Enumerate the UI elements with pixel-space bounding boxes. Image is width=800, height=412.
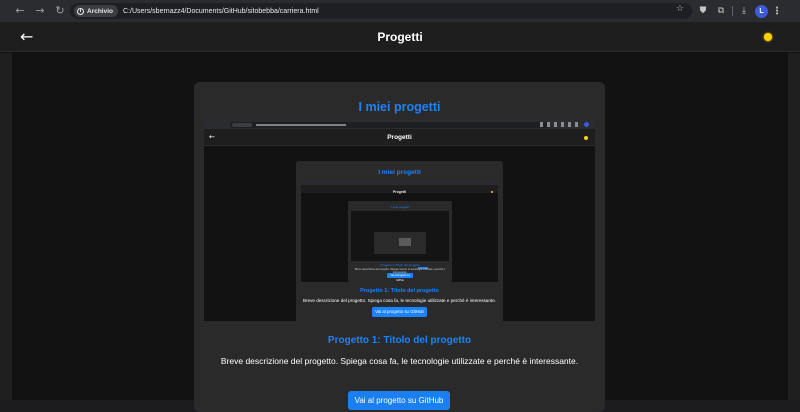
- site-info-chip[interactable]: i Archivio: [74, 5, 119, 17]
- theme-toggle-sun-icon[interactable]: [764, 33, 772, 41]
- info-icon: i: [77, 7, 84, 15]
- project-title: Progetto 1: Titolo del progetto: [327, 335, 472, 346]
- nested-heading: I miei progetti: [390, 205, 409, 209]
- deep-nested-image: [399, 238, 411, 246]
- nested-project-title: Progetto 1: Titolo del progetto: [380, 263, 420, 267]
- url-text[interactable]: C:/Users/sbernazz4/Documents/GitHub/sito…: [123, 8, 319, 15]
- screenshot-sun-icon: [584, 136, 588, 140]
- screenshot-app-header: ← Progetti: [204, 129, 595, 146]
- nested-card: I miei progetti Progetto 1: Titolo del p…: [348, 201, 452, 282]
- screenshot-page-title: Progetti: [387, 134, 412, 141]
- left-gutter: [0, 53, 12, 400]
- screenshot-github-button: Vai al progetto su GitHub: [372, 307, 427, 317]
- nested-page-title: Progetti: [392, 190, 407, 194]
- address-bar[interactable]: i Archivio C:/Users/sbernazz4/Documents/…: [70, 3, 692, 19]
- browser-back-icon[interactable]: ←: [12, 3, 28, 19]
- nested-sun-icon: [491, 191, 493, 193]
- download-icon[interactable]: ⤓: [737, 4, 751, 18]
- page: ← Progetti I miei progetti ← Progetti I …: [0, 22, 800, 412]
- github-project-button[interactable]: Vai al progetto su GitHub: [348, 391, 450, 410]
- puzzle-extensions-icon[interactable]: ⧉: [714, 4, 728, 18]
- site-chip-label: Archivio: [87, 7, 114, 15]
- app-header: ← Progetti: [0, 22, 800, 52]
- screenshot-browser-toolbar: [204, 120, 595, 129]
- screenshot-card: I miei progetti Progetti I miei progetti: [296, 161, 503, 321]
- section-heading: I miei progetti: [358, 100, 441, 114]
- projects-card: I miei progetti ← Progetti I miei proget…: [194, 82, 605, 412]
- browser-reload-icon[interactable]: ↻: [52, 3, 68, 19]
- project-description: Breve descrizione del progetto. Spiega c…: [220, 356, 579, 366]
- toolbar-divider: [732, 6, 733, 16]
- page-title: Progetti: [377, 30, 423, 44]
- screenshot-profile-avatar: [584, 122, 589, 127]
- nested-github-button: Vai al progetto su GitHub: [387, 273, 413, 282]
- bookmark-star-icon[interactable]: ☆: [676, 4, 684, 14]
- screenshot-project-title: Progetto 1: Titolo del progetto: [360, 288, 439, 294]
- screenshot-heading: I miei progetti: [378, 169, 421, 176]
- right-gutter: [788, 53, 800, 400]
- screenshot-toolbar-icons: [540, 122, 580, 127]
- nested-app-header: Progetti: [301, 185, 498, 194]
- profile-avatar[interactable]: L: [755, 4, 768, 18]
- shield-extension-icon[interactable]: ⛊: [696, 4, 710, 18]
- menu-kebab-icon[interactable]: ⋮: [772, 6, 782, 17]
- screenshot-url-line: [256, 124, 346, 126]
- browser-toolbar: ← → ↻ i Archivio C:/Users/sbernazz4/Docu…: [0, 0, 800, 22]
- deep-nested-card: [374, 232, 428, 269]
- screenshot-nested-preview: Progetti I miei progetti Progetto 1: Tit…: [301, 181, 498, 282]
- nested-preview-image: [351, 211, 449, 269]
- browser-forward-icon[interactable]: →: [32, 3, 48, 19]
- screenshot-address-bar: [230, 122, 550, 128]
- screenshot-site-chip: [232, 123, 252, 127]
- project-screenshot: ← Progetti I miei progetti Progetti I mi…: [204, 120, 595, 321]
- screenshot-project-description: Breve descrizione del progetto. Spiega c…: [302, 298, 497, 303]
